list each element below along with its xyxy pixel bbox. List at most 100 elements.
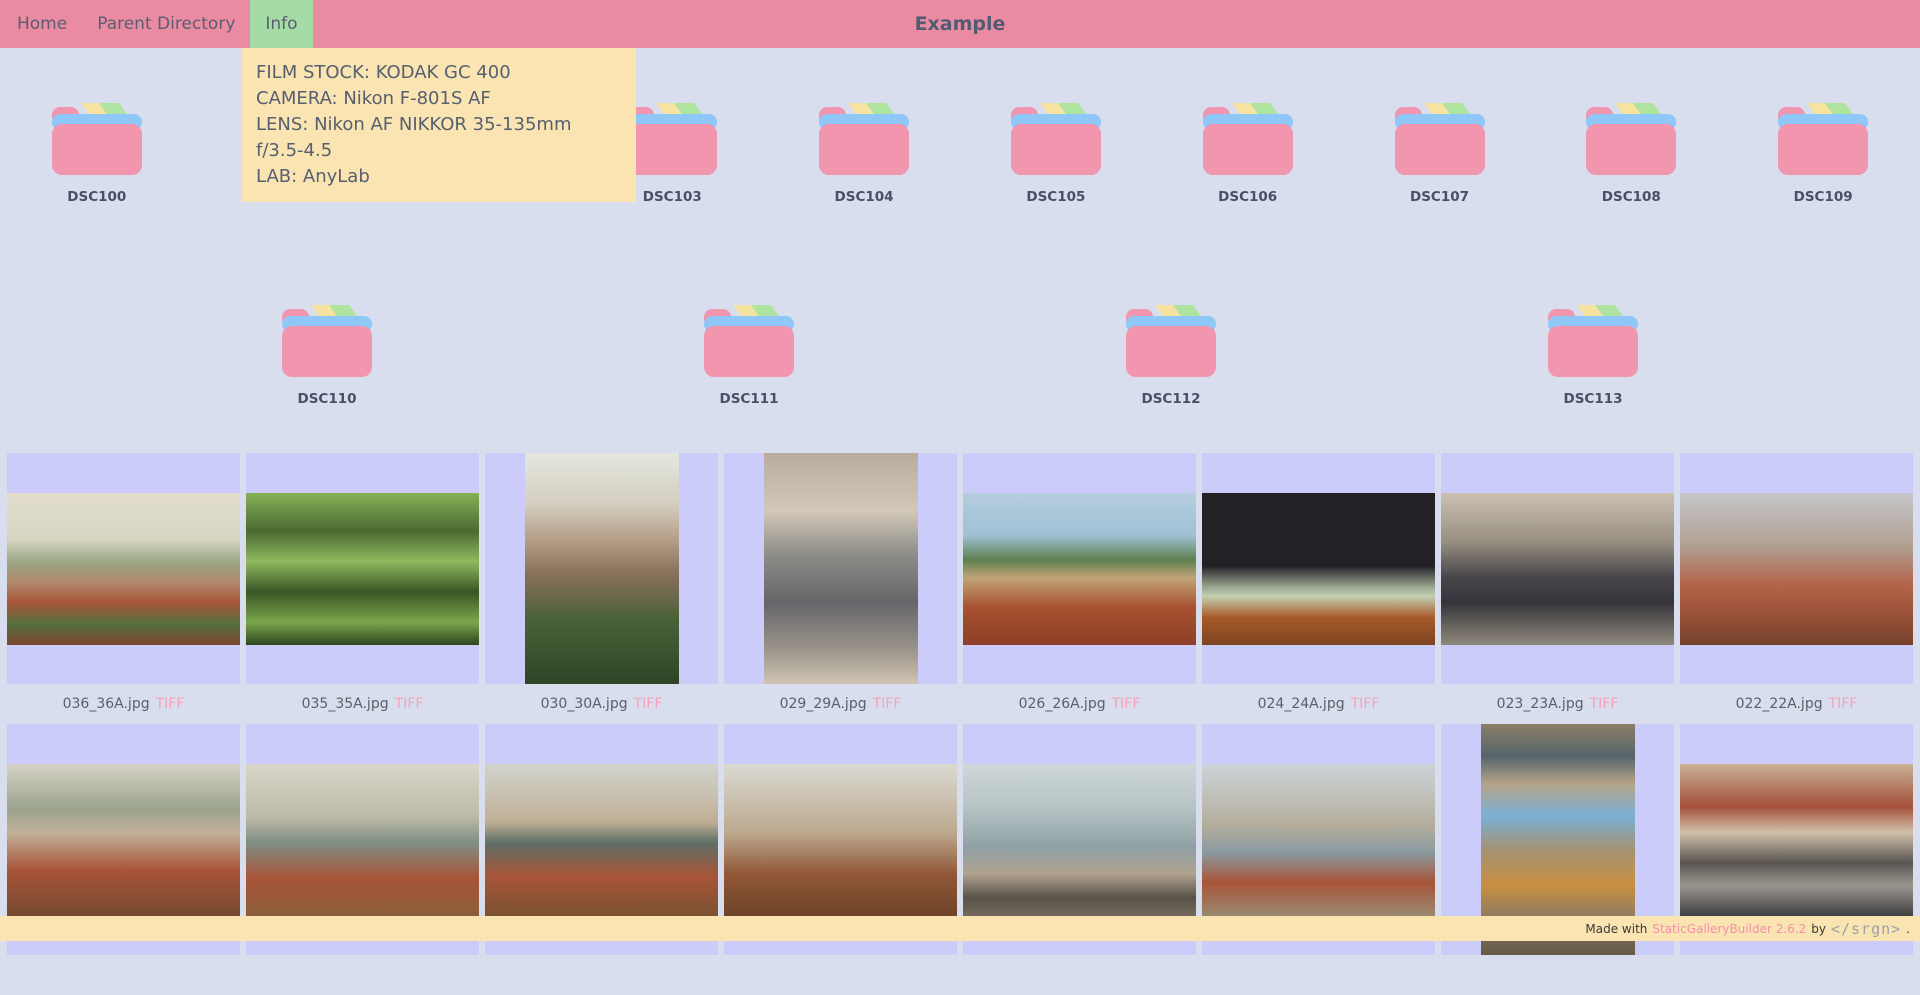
thumbnail-tile[interactable] [1202, 453, 1435, 684]
folder-item[interactable]: DSC100 [2, 103, 192, 205]
gallery-cell [1202, 724, 1435, 995]
thumbnail-caption [1441, 955, 1674, 995]
thumbnail-caption [7, 955, 240, 995]
footer-by-text: by [1811, 922, 1826, 936]
tiff-link[interactable]: TIFF [1112, 696, 1141, 712]
tiff-link[interactable]: TIFF [1590, 696, 1619, 712]
folder-icon [1547, 305, 1639, 377]
gallery-cell [1441, 724, 1674, 995]
folder-item[interactable]: DSC104 [769, 103, 959, 205]
folder-item[interactable]: DSC109 [1728, 103, 1918, 205]
folder-icon [1585, 103, 1677, 175]
gallery-cell: 030_30A.jpg TIFF [485, 453, 718, 724]
nav-bar: Home Parent Directory Info Example [0, 0, 1920, 48]
folder-item[interactable]: DSC108 [1536, 103, 1726, 205]
image-filename: 023_23A.jpg [1497, 696, 1584, 712]
nav-parent-directory-link[interactable]: Parent Directory [82, 0, 250, 48]
gallery-cell [485, 724, 718, 995]
photo-thumbnail-city-panorama-with-spire [7, 493, 240, 645]
tiff-link[interactable]: TIFF [395, 696, 424, 712]
image-filename: 026_26A.jpg [1019, 696, 1106, 712]
photo-thumbnail-bare-tree-over-city [525, 453, 679, 684]
photo-thumbnail-castle-and-red-roofs [7, 764, 240, 916]
gallery-cell [724, 724, 957, 995]
thumbnail-tile[interactable] [7, 453, 240, 684]
thumbnail-tile[interactable] [485, 453, 718, 684]
srgn-brand-link[interactable]: </srgn> [1831, 920, 1901, 938]
thumbnail-tile[interactable] [724, 453, 957, 684]
thumbnail-tile[interactable] [1441, 453, 1674, 684]
gallery-cell: 022_22A.jpg TIFF [1680, 453, 1913, 724]
tiff-link[interactable]: TIFF [1829, 696, 1858, 712]
gallery-cell: 035_35A.jpg TIFF [246, 453, 479, 724]
tiff-link[interactable]: TIFF [156, 696, 185, 712]
thumbnail-caption [1202, 955, 1435, 995]
image-filename: 035_35A.jpg [302, 696, 389, 712]
photo-thumbnail-old-town-square-street [1680, 764, 1913, 916]
gallery-cell [7, 724, 240, 995]
thumbnail-caption [963, 955, 1196, 995]
nav-info-link[interactable]: Info [250, 0, 312, 48]
footer-bar: Made with StaticGalleryBuilder 2.6.2 by … [0, 916, 1920, 941]
thumbnail-grid: 036_36A.jpg TIFF 035_35A.jpg TIFF 030_30… [0, 453, 1920, 995]
folder-item[interactable]: DSC110 [232, 305, 422, 407]
image-filename: 029_29A.jpg [780, 696, 867, 712]
tiff-link[interactable]: TIFF [873, 696, 902, 712]
folder-icon [626, 103, 718, 175]
photo-thumbnail-green-hill-red-roofs [963, 493, 1196, 645]
info-tooltip: FILM STOCK: KODAK GC 400 CAMERA: Nikon F… [242, 48, 636, 202]
folder-item[interactable]: DSC113 [1498, 305, 1688, 407]
folder-icon [1777, 103, 1869, 175]
folder-label: DSC107 [1410, 189, 1469, 205]
tiff-link[interactable]: TIFF [634, 696, 663, 712]
folder-item[interactable]: DSC112 [1076, 305, 1266, 407]
gallery-cell: 036_36A.jpg TIFF [7, 453, 240, 724]
gallery-cell: 023_23A.jpg TIFF [1441, 453, 1674, 724]
image-filename: 030_30A.jpg [541, 696, 628, 712]
tiff-link[interactable]: TIFF [1351, 696, 1380, 712]
photo-thumbnail-bridge-statue-riverbank [963, 764, 1196, 916]
thumbnail-caption [246, 955, 479, 995]
folder-label: DSC103 [643, 189, 702, 205]
footer-period-text: . [1906, 922, 1910, 936]
gallery-cell: 026_26A.jpg TIFF [963, 453, 1196, 724]
thumbnail-caption [485, 955, 718, 995]
folder-item[interactable]: DSC111 [654, 305, 844, 407]
nav-home-link[interactable]: Home [2, 0, 82, 48]
image-filename: 022_22A.jpg [1736, 696, 1823, 712]
info-line-camera: CAMERA: Nikon F-801S AF [256, 86, 622, 112]
thumbnail-tile[interactable] [1680, 453, 1913, 684]
info-line-lens: LENS: Nikon AF NIKKOR 35-135mm f/3.5-4.5 [256, 112, 622, 164]
gallery-cell [1680, 724, 1913, 995]
photo-thumbnail-charles-bridge-crowd [1441, 493, 1674, 645]
folder-label: DSC110 [297, 391, 356, 407]
thumbnail-tile[interactable] [246, 453, 479, 684]
folder-item[interactable]: DSC106 [1153, 103, 1343, 205]
builder-version-link[interactable]: StaticGalleryBuilder 2.6.2 [1652, 922, 1806, 936]
gallery-cell: 029_29A.jpg TIFF [724, 453, 957, 724]
folder-item[interactable]: DSC107 [1345, 103, 1535, 205]
folder-label: DSC111 [719, 391, 778, 407]
thumbnail-caption: 029_29A.jpg TIFF [724, 684, 957, 724]
folder-label: DSC104 [835, 189, 894, 205]
thumbnail-caption: 036_36A.jpg TIFF [7, 684, 240, 724]
folder-label: DSC108 [1602, 189, 1661, 205]
folder-label: DSC109 [1794, 189, 1853, 205]
photo-thumbnail-castle-waterfront-view [1202, 764, 1435, 916]
thumbnail-caption: 024_24A.jpg TIFF [1202, 684, 1435, 724]
gallery-cell [963, 724, 1196, 995]
folder-icon [1010, 103, 1102, 175]
folder-label: DSC113 [1563, 391, 1622, 407]
thumbnail-tile[interactable] [963, 453, 1196, 684]
folder-icon [818, 103, 910, 175]
folder-icon [281, 305, 373, 377]
gallery-cell: 024_24A.jpg TIFF [1202, 453, 1435, 724]
info-line-lab: LAB: AnyLab [256, 164, 622, 190]
gallery-cell [246, 724, 479, 995]
photo-thumbnail-vltava-bridges-view [485, 764, 718, 916]
image-filename: 024_24A.jpg [1258, 696, 1345, 712]
folder-item[interactable]: DSC105 [961, 103, 1151, 205]
photo-thumbnail-hazy-river-panorama [246, 764, 479, 916]
folder-icon [703, 305, 795, 377]
thumbnail-caption: 030_30A.jpg TIFF [485, 684, 718, 724]
